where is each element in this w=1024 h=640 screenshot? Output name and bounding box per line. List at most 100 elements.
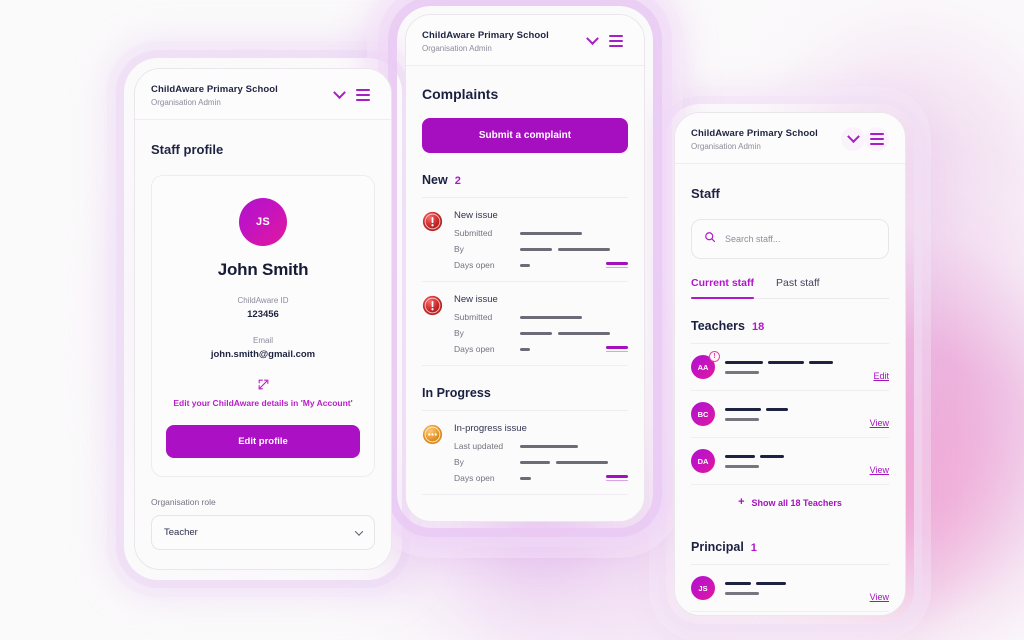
organisation-name: ChildAware Primary School (691, 127, 818, 139)
redacted-subtitle-bar (725, 464, 759, 468)
screenshot-stage: ChildAware Primary School Organisation A… (0, 0, 1024, 640)
organisation-name: ChildAware Primary School (422, 29, 549, 41)
redacted-value-bar (520, 315, 582, 319)
staff-row[interactable]: AA! Edit (691, 344, 889, 391)
organisation-role-select[interactable]: Teacher (151, 515, 375, 551)
staff-row[interactable]: BC View (691, 391, 889, 438)
staff-name-line (725, 454, 860, 458)
header-text-block: ChildAware Primary School Organisation A… (422, 30, 580, 53)
redacted-value-bar (520, 347, 530, 351)
submit-complaint-button[interactable]: Submit a complaint (422, 118, 628, 153)
tab-past-staff[interactable]: Past staff (776, 277, 820, 298)
redacted-value-bar (520, 460, 550, 464)
chevron-down-icon (846, 129, 860, 143)
complaint-field-label: Days open (454, 344, 495, 354)
complaint-row[interactable]: New issue Submitted By Days open (422, 198, 628, 282)
org-switcher-button[interactable] (327, 83, 351, 107)
show-all-label: Show all 18 Teachers (751, 497, 842, 508)
redacted-value-bar (520, 476, 531, 480)
right-phone-body: Staff Search staff... Current staff Past … (675, 186, 905, 612)
avatar: AA! (691, 351, 720, 379)
redacted-name-bar (725, 360, 763, 364)
staff-row-action[interactable]: View (870, 465, 889, 475)
redacted-value-bar (520, 231, 582, 235)
complaint-action-link[interactable] (606, 346, 628, 352)
complaint-details: New issue Submitted By Days open (454, 294, 628, 354)
redacted-value-bar (520, 263, 530, 267)
app-header-middle: ChildAware Primary School Organisation A… (406, 15, 644, 66)
complaint-field: By (454, 244, 628, 254)
org-switcher-button[interactable] (580, 29, 604, 53)
complaint-row[interactable]: New issue Submitted By Days open (422, 282, 628, 366)
staff-tabs: Current staff Past staff (691, 277, 889, 299)
staff-group-header: Teachers 18 (691, 319, 889, 344)
staff-row-action[interactable]: Edit (873, 371, 889, 381)
complaint-field: Days open (454, 473, 628, 483)
complaint-field-value (520, 263, 606, 267)
complaint-field-label: By (454, 328, 464, 338)
header-text-block: ChildAware Primary School Organisation A… (691, 128, 841, 151)
avatar: DA (691, 449, 715, 473)
complaint-group-header: In Progress (422, 386, 628, 411)
redacted-name-bar (725, 581, 751, 585)
staff-subtitle-line (725, 370, 863, 374)
organisation-name: ChildAware Primary School (151, 83, 278, 95)
complaint-group-name: New (422, 173, 448, 187)
show-all-teachers-button[interactable]: + Show all 18 Teachers (691, 485, 889, 520)
menu-button[interactable] (351, 83, 375, 107)
redacted-name-bar (768, 360, 804, 364)
staff-row[interactable]: JS View (691, 565, 889, 612)
redacted-value-bar (556, 460, 608, 464)
profile-name: John Smith (217, 260, 309, 279)
phone-complaints: ChildAware Primary School Organisation A… (405, 14, 645, 522)
redacted-subtitle-bar (725, 417, 759, 421)
menu-button[interactable] (865, 127, 889, 151)
staff-subtitle-line (725, 417, 860, 421)
tab-current-staff[interactable]: Current staff (691, 277, 755, 299)
redacted-name-bar (725, 454, 755, 458)
complaint-field-label: Submitted (454, 312, 493, 322)
complaint-field-value (520, 315, 628, 319)
staff-group-name: Principal (691, 540, 744, 554)
staff-group-name: Teachers (691, 319, 745, 333)
complaint-field: Submitted (454, 312, 628, 322)
staff-groups: Teachers 18 AA! Edit BC View DA View + Show all 1… (691, 319, 889, 612)
app-header-right: ChildAware Primary School Organisation A… (675, 113, 905, 164)
complaint-field: Submitted (454, 228, 628, 238)
redacted-name-bar (809, 360, 833, 364)
staff-row-action[interactable]: View (870, 418, 889, 428)
childaware-id-label: ChildAware ID (237, 296, 289, 305)
complaint-action-link[interactable] (606, 262, 628, 268)
staff-group-header: Principal 1 (691, 540, 889, 565)
redacted-name-bar (725, 407, 761, 411)
complaint-field: Days open (454, 260, 628, 270)
menu-button[interactable] (604, 29, 628, 53)
search-staff-input[interactable]: Search staff... (691, 219, 889, 259)
email-value: john.smith@gmail.com (210, 349, 316, 360)
email-label: Email (252, 336, 273, 345)
chevron-down-icon (354, 526, 364, 536)
complaint-action-link[interactable] (606, 475, 628, 481)
complaint-field-label: By (454, 457, 464, 467)
complaint-field-value (520, 347, 606, 351)
avatar: BC (691, 402, 715, 426)
org-switcher-button[interactable] (841, 127, 865, 151)
complaint-field-value (520, 444, 628, 448)
complaint-field-label: By (454, 244, 464, 254)
header-text-block: ChildAware Primary School Organisation A… (151, 84, 327, 107)
edit-profile-button[interactable]: Edit profile (166, 425, 360, 459)
complaint-title: In-progress issue (454, 423, 527, 434)
staff-name-line (725, 581, 860, 585)
complaint-field: By (454, 457, 628, 467)
staff-row-action[interactable]: View (870, 592, 889, 602)
chevron-down-icon (585, 31, 599, 45)
staff-row[interactable]: DA View (691, 438, 889, 485)
alert-circle-icon (422, 295, 443, 316)
avatar-initials: DA (697, 456, 709, 466)
redacted-subtitle-bar (725, 591, 759, 595)
complaint-field-label: Last updated (454, 441, 504, 451)
complaint-row[interactable]: In-progress issue Last updated By Days open (422, 411, 628, 495)
avatar: JS (239, 198, 287, 246)
profile-card: JS John Smith ChildAware ID 123456 Email… (151, 175, 375, 478)
complaint-field-value (520, 247, 628, 251)
